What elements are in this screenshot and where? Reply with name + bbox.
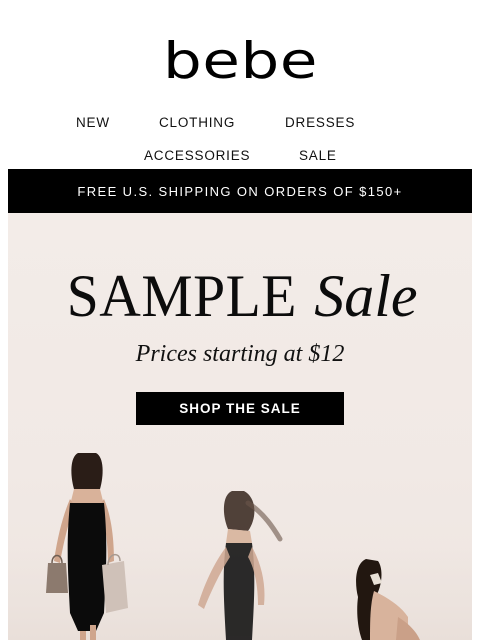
shop-the-sale-button[interactable]: SHOP THE SALE: [136, 392, 344, 425]
shipping-promo-text: FREE U.S. SHIPPING ON ORDERS OF $150+: [77, 183, 403, 199]
hero-title-main: SAMPLE: [67, 263, 298, 329]
nav-item-new[interactable]: NEW: [76, 115, 110, 131]
nav-item-sale[interactable]: SALE: [299, 148, 337, 164]
shop-the-sale-label: SHOP THE SALE: [179, 401, 301, 416]
nav-item-dresses[interactable]: DRESSES: [285, 115, 355, 131]
hero-title-accent: Sale: [314, 263, 418, 329]
logo-container: bebe: [0, 36, 480, 86]
hero-banner[interactable]: SAMPLE Sale Prices starting at $12 SHOP T…: [8, 213, 472, 640]
nav-item-accessories[interactable]: ACCESSORIES: [144, 148, 250, 164]
email-page: bebe NEW CLOTHING DRESSES ACCESSORIES SA…: [0, 0, 480, 640]
brand-logo[interactable]: bebe: [163, 36, 318, 86]
hero-title: SAMPLE Sale: [8, 263, 472, 329]
hero-subtitle: Prices starting at $12: [135, 341, 345, 367]
model-center: [198, 491, 283, 640]
shipping-promo-bar[interactable]: FREE U.S. SHIPPING ON ORDERS OF $150+: [8, 169, 472, 213]
model-left: [46, 453, 128, 640]
model-right: [356, 559, 420, 640]
nav-item-clothing[interactable]: CLOTHING: [159, 115, 235, 131]
